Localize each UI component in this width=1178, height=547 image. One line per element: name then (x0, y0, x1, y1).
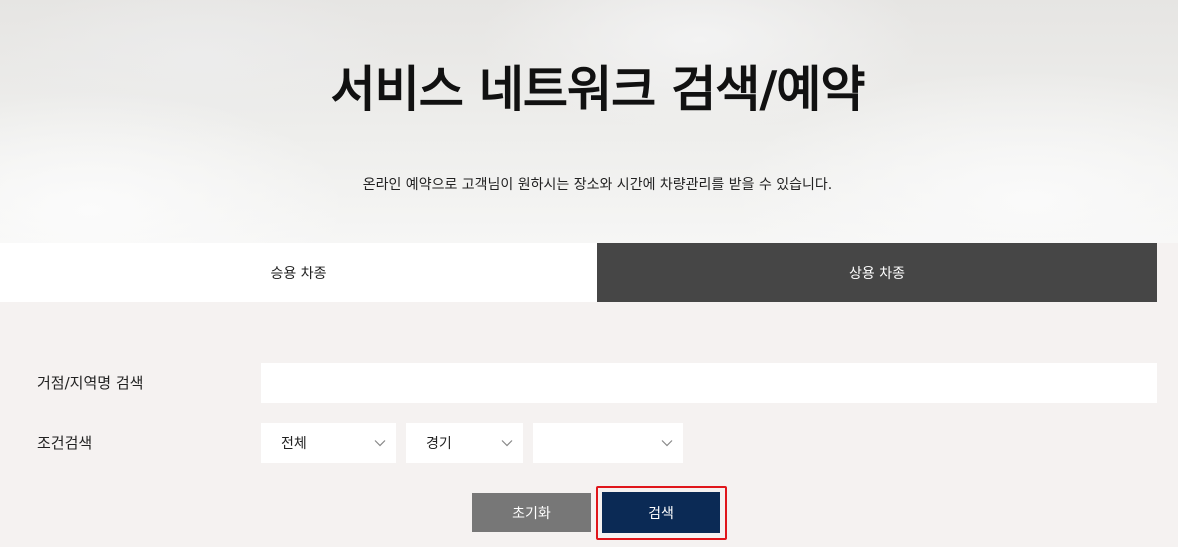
chevron-down-icon (661, 440, 673, 447)
reset-button[interactable]: 초기화 (472, 493, 591, 532)
hero-banner: 서비스 네트워크 검색/예약 온라인 예약으로 고객님이 원하시는 장소와 시간… (0, 0, 1178, 243)
tab-passenger-vehicles[interactable]: 승용 차종 (0, 243, 597, 302)
category-select-value: 전체 (281, 436, 307, 452)
tab-commercial-vehicles[interactable]: 상용 차종 (597, 243, 1157, 302)
chevron-down-icon (501, 440, 513, 447)
chevron-down-icon (374, 440, 386, 447)
page-title: 서비스 네트워크 검색/예약 (330, 61, 866, 118)
condition-search-label: 조건검색 (37, 434, 93, 452)
region-select[interactable]: 경기 (406, 423, 523, 463)
location-search-label: 거점/지역명 검색 (37, 374, 144, 392)
search-button[interactable]: 검색 (602, 492, 720, 533)
region-select-value: 경기 (426, 436, 452, 452)
category-select[interactable]: 전체 (261, 423, 396, 463)
vehicle-type-tabs: 승용 차종 상용 차종 (0, 243, 1157, 302)
district-select[interactable] (533, 423, 683, 463)
location-search-input[interactable] (261, 363, 1157, 403)
page-subtitle: 온라인 예약으로 고객님이 원하시는 장소와 시간에 차량관리를 받을 수 있습… (362, 177, 833, 193)
